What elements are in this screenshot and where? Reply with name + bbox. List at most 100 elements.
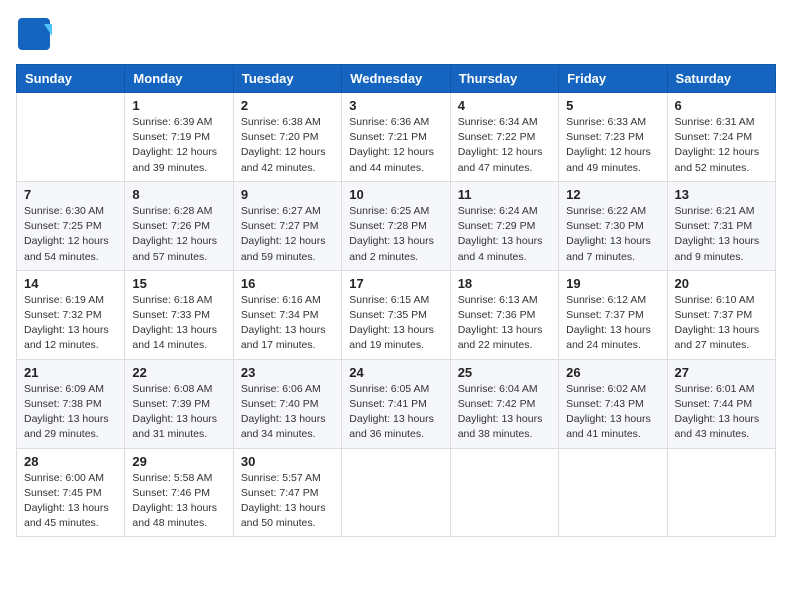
day-number: 25 bbox=[458, 365, 551, 380]
day-number: 23 bbox=[241, 365, 334, 380]
day-info: Sunrise: 6:15 AM Sunset: 7:35 PM Dayligh… bbox=[349, 293, 442, 354]
calendar-cell: 19 Sunrise: 6:12 AM Sunset: 7:37 PM Dayli… bbox=[559, 270, 667, 359]
calendar-week-3: 14 Sunrise: 6:19 AM Sunset: 7:32 PM Dayli… bbox=[17, 270, 776, 359]
calendar-cell bbox=[559, 448, 667, 537]
calendar-table: SundayMondayTuesdayWednesdayThursdayFrid… bbox=[16, 64, 776, 537]
calendar-cell: 17 Sunrise: 6:15 AM Sunset: 7:35 PM Dayli… bbox=[342, 270, 450, 359]
calendar-cell: 20 Sunrise: 6:10 AM Sunset: 7:37 PM Dayli… bbox=[667, 270, 775, 359]
day-number: 30 bbox=[241, 454, 334, 469]
calendar-cell bbox=[17, 93, 125, 182]
day-info: Sunrise: 6:06 AM Sunset: 7:40 PM Dayligh… bbox=[241, 382, 334, 443]
day-header-thursday: Thursday bbox=[450, 65, 558, 93]
calendar-cell bbox=[667, 448, 775, 537]
day-number: 15 bbox=[132, 276, 225, 291]
calendar-week-4: 21 Sunrise: 6:09 AM Sunset: 7:38 PM Dayli… bbox=[17, 359, 776, 448]
day-info: Sunrise: 6:13 AM Sunset: 7:36 PM Dayligh… bbox=[458, 293, 551, 354]
day-info: Sunrise: 6:09 AM Sunset: 7:38 PM Dayligh… bbox=[24, 382, 117, 443]
calendar-cell: 2 Sunrise: 6:38 AM Sunset: 7:20 PM Daylig… bbox=[233, 93, 341, 182]
calendar-header-row: SundayMondayTuesdayWednesdayThursdayFrid… bbox=[17, 65, 776, 93]
calendar-cell: 1Sunrise: 6:39 AM Sunset: 7:19 PM Daylig… bbox=[125, 93, 233, 182]
calendar-cell: 30 Sunrise: 5:57 AM Sunset: 7:47 PM Dayli… bbox=[233, 448, 341, 537]
day-number: 1 bbox=[132, 98, 225, 113]
calendar-cell: 13 Sunrise: 6:21 AM Sunset: 7:31 PM Dayli… bbox=[667, 181, 775, 270]
calendar-cell: 4 Sunrise: 6:34 AM Sunset: 7:22 PM Daylig… bbox=[450, 93, 558, 182]
calendar-cell: 22 Sunrise: 6:08 AM Sunset: 7:39 PM Dayli… bbox=[125, 359, 233, 448]
calendar-week-2: 7 Sunrise: 6:30 AM Sunset: 7:25 PM Daylig… bbox=[17, 181, 776, 270]
calendar-cell: 6Sunrise: 6:31 AM Sunset: 7:24 PM Daylig… bbox=[667, 93, 775, 182]
calendar-cell: 29 Sunrise: 5:58 AM Sunset: 7:46 PM Dayli… bbox=[125, 448, 233, 537]
day-info: Sunrise: 6:05 AM Sunset: 7:41 PM Dayligh… bbox=[349, 382, 442, 443]
calendar-cell: 16 Sunrise: 6:16 AM Sunset: 7:34 PM Dayli… bbox=[233, 270, 341, 359]
day-number: 24 bbox=[349, 365, 442, 380]
day-number: 21 bbox=[24, 365, 117, 380]
calendar-cell bbox=[450, 448, 558, 537]
day-info: Sunrise: 6:28 AM Sunset: 7:26 PM Dayligh… bbox=[132, 204, 225, 265]
day-number: 7 bbox=[24, 187, 117, 202]
calendar-cell: 5 Sunrise: 6:33 AM Sunset: 7:23 PM Daylig… bbox=[559, 93, 667, 182]
day-number: 16 bbox=[241, 276, 334, 291]
calendar-cell: 8 Sunrise: 6:28 AM Sunset: 7:26 PM Daylig… bbox=[125, 181, 233, 270]
day-number: 10 bbox=[349, 187, 442, 202]
day-header-wednesday: Wednesday bbox=[342, 65, 450, 93]
day-number: 14 bbox=[24, 276, 117, 291]
calendar-cell: 26Sunrise: 6:02 AM Sunset: 7:43 PM Dayli… bbox=[559, 359, 667, 448]
day-info: Sunrise: 6:33 AM Sunset: 7:23 PM Dayligh… bbox=[566, 115, 659, 176]
calendar-cell: 18 Sunrise: 6:13 AM Sunset: 7:36 PM Dayli… bbox=[450, 270, 558, 359]
calendar-cell: 3 Sunrise: 6:36 AM Sunset: 7:21 PM Daylig… bbox=[342, 93, 450, 182]
calendar-cell bbox=[342, 448, 450, 537]
calendar-cell: 12Sunrise: 6:22 AM Sunset: 7:30 PM Dayli… bbox=[559, 181, 667, 270]
day-number: 28 bbox=[24, 454, 117, 469]
calendar-cell: 14 Sunrise: 6:19 AM Sunset: 7:32 PM Dayli… bbox=[17, 270, 125, 359]
day-number: 19 bbox=[566, 276, 659, 291]
calendar-week-5: 28 Sunrise: 6:00 AM Sunset: 7:45 PM Dayli… bbox=[17, 448, 776, 537]
day-header-saturday: Saturday bbox=[667, 65, 775, 93]
calendar-cell: 9Sunrise: 6:27 AM Sunset: 7:27 PM Daylig… bbox=[233, 181, 341, 270]
calendar-cell: 27Sunrise: 6:01 AM Sunset: 7:44 PM Dayli… bbox=[667, 359, 775, 448]
day-info: Sunrise: 6:12 AM Sunset: 7:37 PM Dayligh… bbox=[566, 293, 659, 354]
day-number: 22 bbox=[132, 365, 225, 380]
logo-icon bbox=[16, 16, 52, 52]
calendar-cell: 10 Sunrise: 6:25 AM Sunset: 7:28 PM Dayli… bbox=[342, 181, 450, 270]
day-number: 17 bbox=[349, 276, 442, 291]
calendar-cell: 23 Sunrise: 6:06 AM Sunset: 7:40 PM Dayli… bbox=[233, 359, 341, 448]
day-header-tuesday: Tuesday bbox=[233, 65, 341, 93]
day-number: 3 bbox=[349, 98, 442, 113]
day-info: Sunrise: 5:57 AM Sunset: 7:47 PM Dayligh… bbox=[241, 471, 334, 532]
day-number: 18 bbox=[458, 276, 551, 291]
calendar-cell: 7 Sunrise: 6:30 AM Sunset: 7:25 PM Daylig… bbox=[17, 181, 125, 270]
calendar-cell: 24 Sunrise: 6:05 AM Sunset: 7:41 PM Dayli… bbox=[342, 359, 450, 448]
calendar-cell: 28 Sunrise: 6:00 AM Sunset: 7:45 PM Dayli… bbox=[17, 448, 125, 537]
day-header-sunday: Sunday bbox=[17, 65, 125, 93]
day-number: 26 bbox=[566, 365, 659, 380]
calendar-cell: 11Sunrise: 6:24 AM Sunset: 7:29 PM Dayli… bbox=[450, 181, 558, 270]
day-info: Sunrise: 6:10 AM Sunset: 7:37 PM Dayligh… bbox=[675, 293, 768, 354]
day-info: Sunrise: 6:30 AM Sunset: 7:25 PM Dayligh… bbox=[24, 204, 117, 265]
day-info: Sunrise: 6:38 AM Sunset: 7:20 PM Dayligh… bbox=[241, 115, 334, 176]
day-number: 5 bbox=[566, 98, 659, 113]
day-number: 20 bbox=[675, 276, 768, 291]
day-info: Sunrise: 6:08 AM Sunset: 7:39 PM Dayligh… bbox=[132, 382, 225, 443]
calendar-week-1: 1Sunrise: 6:39 AM Sunset: 7:19 PM Daylig… bbox=[17, 93, 776, 182]
day-info: Sunrise: 6:24 AM Sunset: 7:29 PM Dayligh… bbox=[458, 204, 551, 265]
day-info: Sunrise: 6:19 AM Sunset: 7:32 PM Dayligh… bbox=[24, 293, 117, 354]
calendar-cell: 21 Sunrise: 6:09 AM Sunset: 7:38 PM Dayli… bbox=[17, 359, 125, 448]
day-info: Sunrise: 6:21 AM Sunset: 7:31 PM Dayligh… bbox=[675, 204, 768, 265]
calendar-cell: 25Sunrise: 6:04 AM Sunset: 7:42 PM Dayli… bbox=[450, 359, 558, 448]
day-info: Sunrise: 6:18 AM Sunset: 7:33 PM Dayligh… bbox=[132, 293, 225, 354]
day-number: 13 bbox=[675, 187, 768, 202]
day-info: Sunrise: 6:16 AM Sunset: 7:34 PM Dayligh… bbox=[241, 293, 334, 354]
day-info: Sunrise: 6:36 AM Sunset: 7:21 PM Dayligh… bbox=[349, 115, 442, 176]
day-header-friday: Friday bbox=[559, 65, 667, 93]
day-info: Sunrise: 6:34 AM Sunset: 7:22 PM Dayligh… bbox=[458, 115, 551, 176]
day-info: Sunrise: 6:00 AM Sunset: 7:45 PM Dayligh… bbox=[24, 471, 117, 532]
logo bbox=[16, 16, 56, 52]
day-number: 29 bbox=[132, 454, 225, 469]
day-info: Sunrise: 6:31 AM Sunset: 7:24 PM Dayligh… bbox=[675, 115, 768, 176]
day-info: Sunrise: 5:58 AM Sunset: 7:46 PM Dayligh… bbox=[132, 471, 225, 532]
page-header bbox=[16, 16, 776, 52]
day-number: 12 bbox=[566, 187, 659, 202]
day-number: 4 bbox=[458, 98, 551, 113]
day-number: 8 bbox=[132, 187, 225, 202]
day-info: Sunrise: 6:25 AM Sunset: 7:28 PM Dayligh… bbox=[349, 204, 442, 265]
day-number: 2 bbox=[241, 98, 334, 113]
